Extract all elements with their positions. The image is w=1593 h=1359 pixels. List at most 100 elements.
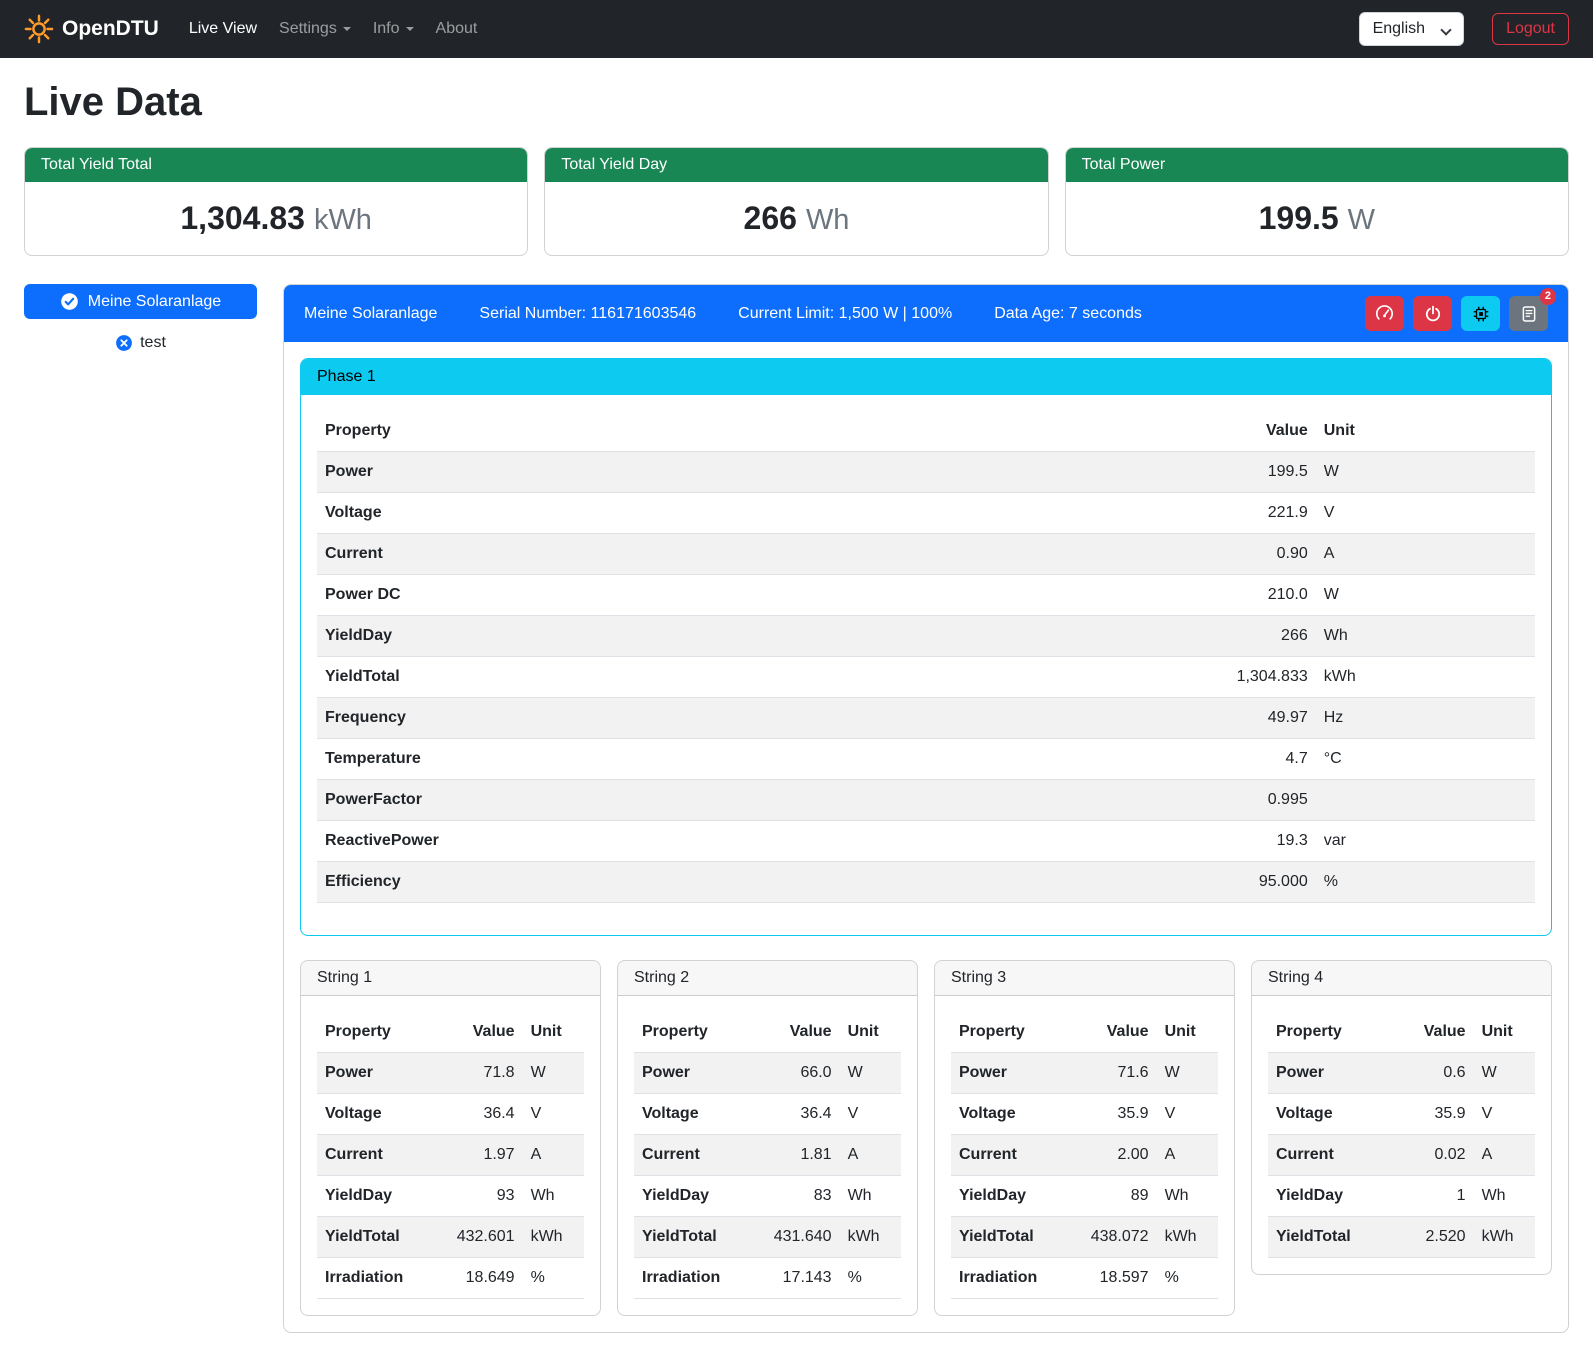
property-cell: Current [317,534,1072,575]
nav-settings[interactable]: Settings [269,12,361,46]
col-unit: Unit [1474,1012,1535,1053]
table-row: Voltage36.4V [634,1094,901,1135]
unit-cell: Wh [840,1176,901,1217]
table-row: Power199.5W [317,452,1535,493]
col-property: Property [1268,1012,1391,1053]
value-cell: 35.9 [1074,1094,1157,1135]
unit-cell: °C [1316,739,1535,780]
unit-cell: A [523,1135,584,1176]
inverter-button-selected[interactable]: Meine Solaranlage [24,284,257,319]
language-select[interactable]: English [1359,12,1464,46]
unit-cell: Wh [523,1176,584,1217]
chevron-down-icon [343,27,351,35]
unit-cell: W [1157,1053,1218,1094]
string-card-body: Property Value Unit Power71.6WVoltage35.… [935,996,1234,1299]
table-header-row: Property Value Unit [317,1012,584,1053]
property-cell: YieldTotal [951,1217,1074,1258]
table-row: Power71.8W [317,1053,584,1094]
property-cell: PowerFactor [317,780,1072,821]
unit-cell: V [840,1094,901,1135]
col-value: Value [757,1012,840,1053]
total-yield-total-value: 1,304.83 [180,200,305,236]
value-cell: 0.90 [1072,534,1316,575]
value-cell: 83 [757,1176,840,1217]
table-row: YieldTotal2.520kWh [1268,1217,1535,1258]
total-yield-total-body: 1,304.83kWh [25,182,527,255]
property-cell: Power [317,1053,440,1094]
string-table: Property Value Unit Power66.0WVoltage36.… [634,1012,901,1299]
col-property: Property [317,411,1072,452]
power-icon [1424,305,1442,323]
col-property: Property [951,1012,1074,1053]
string-card-body: Property Value Unit Power66.0WVoltage36.… [618,996,917,1299]
table-row: YieldDay89Wh [951,1176,1218,1217]
phase-table-body: Power199.5WVoltage221.9VCurrent0.90APowe… [317,452,1535,903]
device-info-button[interactable] [1461,296,1500,331]
table-header-row: Property Value Unit [634,1012,901,1053]
nav-about[interactable]: About [426,12,488,46]
col-value: Value [1074,1012,1157,1053]
property-cell: Power [1268,1053,1391,1094]
value-cell: 95.000 [1072,862,1316,903]
value-cell: 1,304.833 [1072,657,1316,698]
unit-cell: kWh [523,1217,584,1258]
property-cell: Voltage [951,1094,1074,1135]
unit-cell: W [1316,452,1535,493]
inverter-panel: Meine Solaranlage Serial Number: 1161716… [283,284,1569,1333]
value-cell: 0.02 [1391,1135,1474,1176]
string-table-body: Power71.6WVoltage35.9VCurrent2.00AYieldD… [951,1053,1218,1299]
phase-body: Property Value Unit Power199.5WVoltage22… [301,395,1551,935]
property-cell: Frequency [317,698,1072,739]
table-row: YieldTotal431.640kWh [634,1217,901,1258]
property-cell: Voltage [634,1094,757,1135]
unit-cell: Wh [1474,1176,1535,1217]
value-cell: 431.640 [757,1217,840,1258]
unit-cell: % [840,1258,901,1299]
unit-cell: W [523,1053,584,1094]
table-row: ReactivePower19.3var [317,821,1535,862]
event-log-button[interactable]: 2 [1509,296,1548,331]
unit-cell: V [1316,493,1535,534]
value-cell: 432.601 [440,1217,523,1258]
summary-cards: Total Yield Total 1,304.83kWh Total Yiel… [24,147,1569,256]
table-row: Current0.02A [1268,1135,1535,1176]
unit-cell: W [1474,1053,1535,1094]
speedometer-icon [1375,304,1394,323]
string-card: String 2 Property Value Unit Power66.0WV… [617,960,918,1316]
chevron-down-icon [406,27,414,35]
brand[interactable]: OpenDTU [24,14,159,44]
col-value: Value [440,1012,523,1053]
inverter-button-test[interactable]: test [109,332,172,354]
string-table: Property Value Unit Power0.6WVoltage35.9… [1268,1012,1535,1258]
property-cell: ReactivePower [317,821,1072,862]
unit-cell: var [1316,821,1535,862]
unit-cell: Wh [1316,616,1535,657]
inverter-selector: Meine Solaranlage test [24,284,257,354]
power-button[interactable] [1413,296,1452,331]
check-circle-icon [60,292,79,311]
col-unit: Unit [840,1012,901,1053]
nav-live-view[interactable]: Live View [179,12,267,46]
unit-cell: % [1157,1258,1218,1299]
table-row: Efficiency95.000% [317,862,1535,903]
total-power-body: 199.5W [1066,182,1568,255]
value-cell: 199.5 [1072,452,1316,493]
limit-settings-button[interactable] [1365,296,1404,331]
property-cell: Power DC [317,575,1072,616]
col-unit: Unit [1157,1012,1218,1053]
property-cell: Efficiency [317,862,1072,903]
phase-card: Phase 1 Property Value Unit Power199.5WV… [300,358,1552,936]
value-cell: 19.3 [1072,821,1316,862]
logout-button[interactable]: Logout [1492,13,1569,45]
total-power-card: Total Power 199.5W [1065,147,1569,256]
property-cell: YieldTotal [634,1217,757,1258]
value-cell: 36.4 [757,1094,840,1135]
string-card-body: Property Value Unit Power71.8WVoltage36.… [301,996,600,1299]
table-row: YieldDay83Wh [634,1176,901,1217]
nav-info[interactable]: Info [363,12,424,46]
inverter-test-label: test [140,334,166,352]
string-card: String 3 Property Value Unit Power71.6WV… [934,960,1235,1316]
unit-cell: W [1316,575,1535,616]
string-card: String 4 Property Value Unit Power0.6WVo… [1251,960,1552,1275]
col-value: Value [1072,411,1316,452]
